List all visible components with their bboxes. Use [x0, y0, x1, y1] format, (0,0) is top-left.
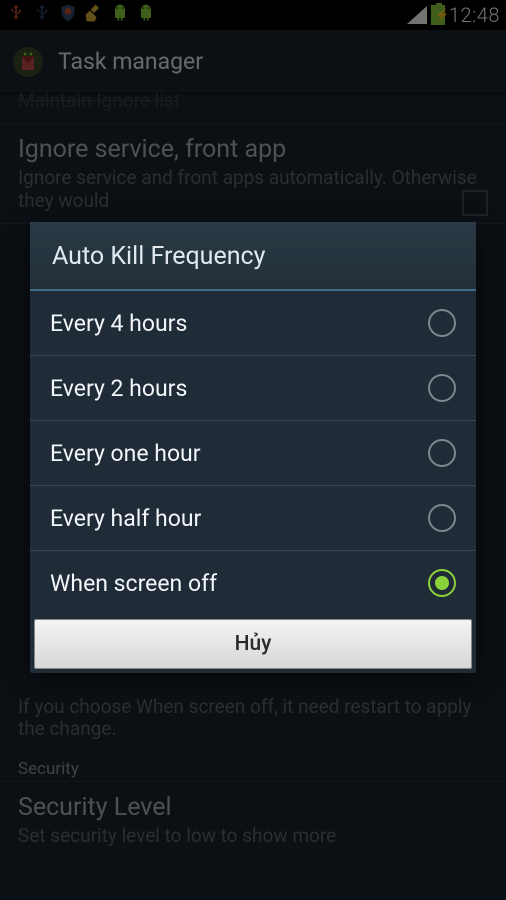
option-label: Every 2 hours	[50, 375, 187, 402]
option-label: Every one hour	[50, 440, 201, 467]
radio-icon	[428, 439, 456, 467]
radio-icon	[428, 504, 456, 532]
dialog-option[interactable]: Every half hour	[30, 486, 476, 551]
cancel-button[interactable]: Hủy	[34, 619, 472, 669]
option-label: When screen off	[50, 570, 217, 597]
auto-kill-frequency-dialog: Auto Kill Frequency Every 4 hours Every 2…	[30, 222, 476, 673]
radio-icon	[428, 569, 456, 597]
dialog-option[interactable]: Every 4 hours	[30, 291, 476, 356]
dialog-option[interactable]: Every 2 hours	[30, 356, 476, 421]
radio-icon	[428, 374, 456, 402]
option-label: Every half hour	[50, 505, 201, 532]
dialog-title: Auto Kill Frequency	[30, 222, 476, 291]
dialog-option[interactable]: When screen off	[30, 551, 476, 615]
dialog-option[interactable]: Every one hour	[30, 421, 476, 486]
radio-icon	[428, 309, 456, 337]
option-label: Every 4 hours	[50, 310, 187, 337]
